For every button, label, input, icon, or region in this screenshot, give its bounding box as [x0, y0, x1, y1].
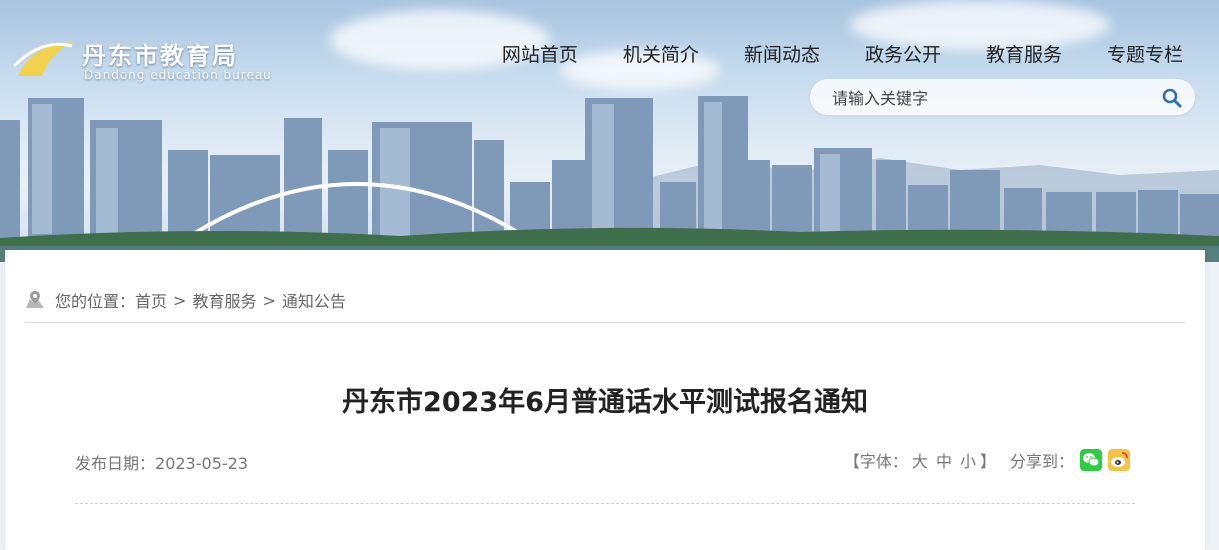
- search-box: [810, 79, 1195, 115]
- meta-divider: [75, 503, 1135, 504]
- search-input[interactable]: [830, 83, 1154, 113]
- site-logo[interactable]: 丹东市教育局 Dandong education bureau: [12, 36, 282, 86]
- article-tools: 【字体： 大 中 小 】 分享到：: [844, 448, 1130, 472]
- wechat-icon[interactable]: [1080, 449, 1102, 471]
- font-size-large[interactable]: 大: [912, 448, 928, 472]
- breadcrumb-notices[interactable]: 通知公告: [282, 288, 346, 312]
- breadcrumb: 您的位置： 首页 > 教育服务 > 通知公告: [25, 288, 346, 312]
- breadcrumb-home[interactable]: 首页: [135, 288, 167, 312]
- font-size-close: 】: [979, 452, 996, 471]
- font-size-open: 【字体：: [843, 452, 908, 471]
- nav-about[interactable]: 机关简介: [623, 40, 699, 67]
- breadcrumb-education-services[interactable]: 教育服务: [192, 288, 256, 312]
- font-size-medium[interactable]: 中: [936, 448, 952, 472]
- share-label: 分享到：: [1009, 452, 1074, 471]
- logo-title: 丹东市教育局: [82, 42, 238, 70]
- nav-special-topics[interactable]: 专题专栏: [1107, 40, 1183, 67]
- search-icon[interactable]: [1161, 87, 1183, 109]
- breadcrumb-prefix: 您的位置：: [55, 292, 136, 311]
- publish-date: 发布日期：2023-05-23: [75, 450, 248, 474]
- nav-education-services[interactable]: 教育服务: [986, 40, 1062, 67]
- header-banner: 丹东市教育局 Dandong education bureau 网站首页 机关简…: [0, 0, 1219, 262]
- nav-government-affairs[interactable]: 政务公开: [865, 40, 941, 67]
- logo-subtitle: Dandong education bureau: [84, 68, 272, 82]
- breadcrumb-separator: >: [173, 290, 187, 310]
- publish-date-value: 2023-05-23: [155, 454, 248, 473]
- article-title: 丹东市2023年6月普通话水平测试报名通知: [342, 387, 868, 418]
- font-size-small[interactable]: 小: [960, 448, 976, 472]
- map-location-icon: [26, 291, 44, 308]
- logo-emblem-icon: [12, 42, 74, 76]
- weibo-icon[interactable]: [1108, 449, 1130, 471]
- nav-news[interactable]: 新闻动态: [744, 40, 820, 67]
- breadcrumb-separator: >: [262, 290, 276, 310]
- nav-home[interactable]: 网站首页: [502, 40, 578, 67]
- article-card: 您的位置： 首页 > 教育服务 > 通知公告 丹东市2023年6月普通话水平测试…: [5, 250, 1205, 550]
- main-nav: 网站首页 机关简介 新闻动态 政务公开 教育服务 专题专栏: [457, 40, 1183, 67]
- breadcrumb-divider: [25, 322, 1185, 323]
- publish-date-label: 发布日期：: [75, 454, 156, 473]
